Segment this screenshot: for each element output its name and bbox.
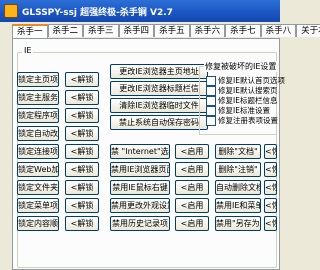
restore-button[interactable]: <恢 — [264, 162, 277, 177]
group-label: IE — [22, 46, 34, 55]
restore-button[interactable]: <恢 — [264, 198, 277, 213]
disable-option-button[interactable]: 禁用IE鼠标右键 — [110, 180, 170, 195]
checkbox[interactable] — [206, 95, 216, 106]
tab-8[interactable]: 杀手八 — [260, 24, 297, 37]
lock-button[interactable]: 锁定Web加 — [17, 162, 59, 177]
tab-2[interactable]: 杀手二 — [47, 24, 84, 37]
lock-button[interactable]: 锁定自动改 — [17, 126, 59, 141]
tab-about[interactable]: 关于本 — [296, 24, 320, 37]
restore-button[interactable]: <恢 — [264, 180, 277, 195]
delete-button[interactable]: 禁用"另存为" — [215, 216, 261, 231]
delete-button[interactable]: 自动删除文档 — [215, 180, 261, 195]
restore-button[interactable]: <恢 — [264, 216, 277, 231]
clear-temp-files-button[interactable]: 清除IE浏览器临时文件 — [110, 98, 208, 113]
lock-button[interactable]: 锁定程序项 — [17, 108, 59, 123]
repair-settings-box: 修复被破坏的IE设置 修复IE默认首页选项 修复IE默认搜索页 修复IE标题栏信… — [199, 61, 285, 135]
tab-7[interactable]: 杀手七 — [225, 24, 261, 37]
checkbox[interactable] — [206, 75, 216, 86]
disable-option-button[interactable]: 禁 "Internet"选项 — [110, 144, 170, 159]
tab-panel: IE 锁定主页项 锁定主服务 锁定程序项 锁定自动改 锁定连接项 锁定Web加 … — [12, 38, 285, 270]
enable-button[interactable]: <启用 — [175, 180, 209, 195]
disable-option-button[interactable]: 禁用更改外观设置 — [110, 198, 170, 213]
tab-1[interactable]: 杀手一 — [12, 24, 48, 39]
disable-password-save-button[interactable]: 禁止系统自动保存密码 — [110, 115, 208, 130]
unlock-button[interactable]: <解锁 — [65, 198, 99, 213]
repair-settings-label: 修复被破坏的IE设置 — [204, 61, 278, 72]
title-bar: GLSSPY-ssj 超强终极-杀手锏 V2.7 — [0, 0, 280, 22]
lock-button[interactable]: 锁定主服务 — [17, 90, 59, 105]
option-label: 修复注册表项设置 — [218, 116, 278, 125]
enable-button[interactable]: <启用 — [175, 198, 209, 213]
disable-option-button[interactable]: 禁用IE浏览器页面 — [110, 162, 170, 177]
repair-option[interactable]: 修复注册表项设置 — [206, 115, 278, 126]
unlock-button[interactable]: <解锁 — [65, 108, 99, 123]
enable-button[interactable]: <启用 — [175, 216, 209, 231]
enable-button[interactable]: <启用 — [175, 144, 209, 159]
app-icon — [4, 4, 18, 18]
tab-4[interactable]: 杀手四 — [118, 24, 155, 37]
unlock-button[interactable]: <解锁 — [65, 126, 99, 141]
tab-3[interactable]: 杀手三 — [83, 24, 119, 37]
lock-button[interactable]: 锁定连接项 — [17, 144, 59, 159]
unlock-button[interactable]: <解锁 — [65, 180, 99, 195]
lock-button[interactable]: 锁定菜单项 — [17, 198, 59, 213]
lock-button[interactable]: 锁定主页项 — [17, 72, 59, 87]
unlock-button[interactable]: <解锁 — [65, 162, 99, 177]
checkbox[interactable] — [206, 105, 216, 116]
lock-button[interactable]: 锁定文件夹 — [17, 180, 59, 195]
unlock-button[interactable]: <解锁 — [65, 216, 99, 231]
checkbox[interactable] — [206, 115, 216, 126]
unlock-button[interactable]: <解锁 — [65, 144, 99, 159]
disable-option-button[interactable]: 禁用历史记录项 — [110, 216, 170, 231]
change-homepage-button[interactable]: 更改IE浏览器主页地址 — [110, 64, 208, 79]
tab-5[interactable]: 杀手五 — [154, 24, 190, 37]
checkbox[interactable] — [206, 85, 216, 96]
enable-button[interactable]: <启用 — [175, 162, 209, 177]
change-titlebar-button[interactable]: 更改IE浏览器标题栏信 — [110, 81, 208, 96]
delete-button[interactable]: 删除"文档" — [215, 144, 261, 159]
tab-6[interactable]: 杀手六 — [189, 24, 226, 37]
delete-button[interactable]: 删除"注销" — [215, 162, 261, 177]
window-title: GLSSPY-ssj 超强终极-杀手锏 V2.7 — [22, 7, 173, 18]
tab-strip: 杀手一 杀手二 杀手三 杀手四 杀手五 杀手六 杀手七 杀手八 关于本 — [12, 24, 320, 39]
window-body: 杀手一 杀手二 杀手三 杀手四 杀手五 杀手六 杀手七 杀手八 关于本 IE 锁… — [0, 22, 320, 270]
delete-button[interactable]: 禁用IE和菜单 — [215, 198, 261, 213]
unlock-button[interactable]: <解锁 — [65, 90, 99, 105]
lock-button[interactable]: 锁定内容顺 — [17, 216, 59, 231]
unlock-button[interactable]: <解锁 — [65, 72, 99, 87]
restore-button[interactable]: <恢 — [264, 144, 277, 159]
